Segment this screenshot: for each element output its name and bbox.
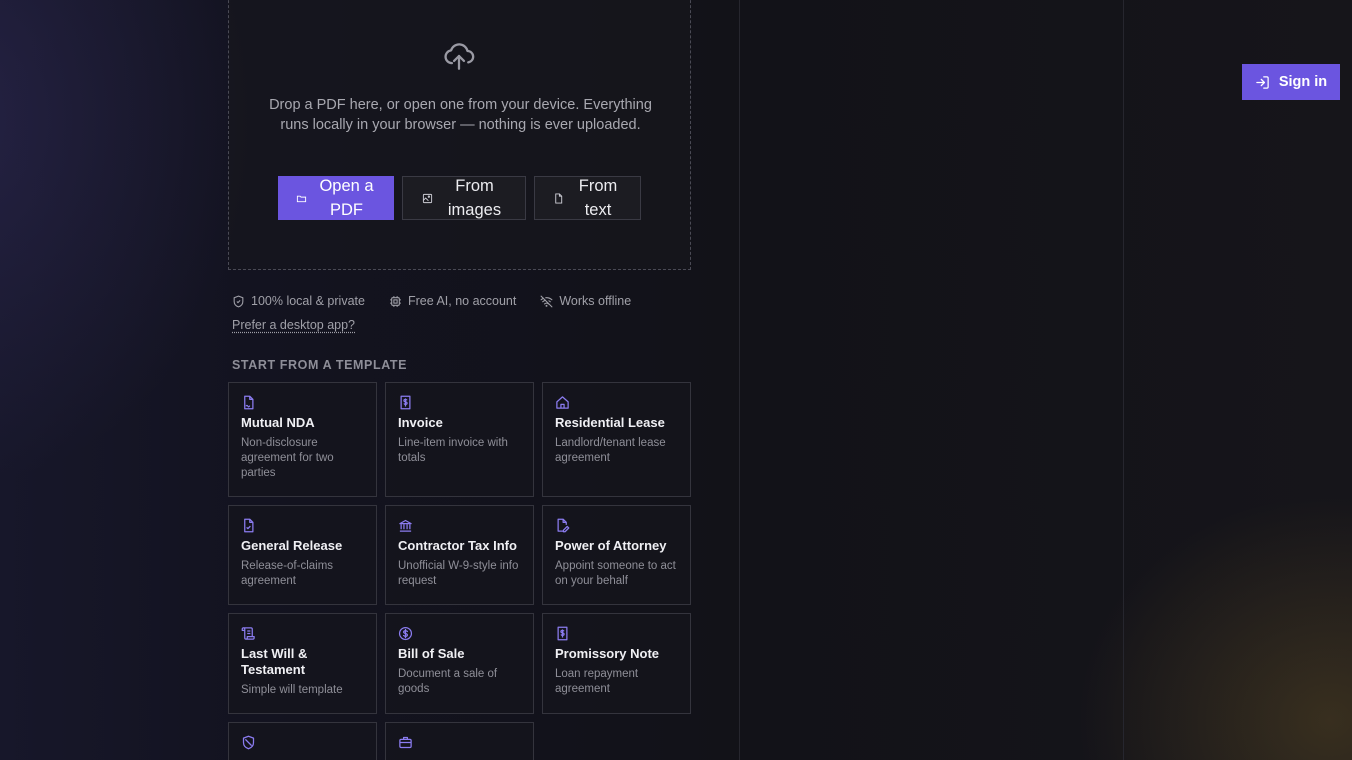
template-description: Appoint someone to act on your behalf	[555, 560, 676, 587]
file-pen-icon	[557, 518, 570, 533]
template-title: General Release	[241, 538, 343, 553]
shield-check-icon	[233, 295, 244, 307]
feature-local-private: 100% local & private	[232, 294, 365, 308]
file-text-icon	[555, 192, 563, 204]
receipt-dollar-icon	[400, 395, 411, 410]
template-card-mutual-nda[interactable]: Mutual NDA Non-disclosure agreement for …	[228, 382, 377, 497]
template-title: Contractor Tax Info	[398, 538, 517, 553]
template-description: Document a sale of goods	[398, 668, 498, 695]
feature-offline: Works offline	[540, 294, 631, 308]
pdf-dropzone[interactable]: Drop a PDF here, or open one from your d…	[228, 0, 691, 270]
house-icon	[556, 396, 569, 409]
template-card-invoice[interactable]: Invoice Line-item invoice with totals	[385, 382, 534, 497]
file-check-icon	[244, 518, 254, 533]
bank-icon	[399, 519, 412, 532]
template-title: Invoice	[398, 415, 443, 430]
dollar-circle-icon	[398, 626, 413, 641]
feature-label: Works offline	[559, 294, 632, 308]
column-divider	[1123, 0, 1124, 760]
sign-in-label: Sign in	[1278, 74, 1328, 90]
template-description: Simple will template	[241, 684, 343, 696]
briefcase-icon	[399, 736, 412, 749]
folder-open-icon	[296, 195, 306, 202]
template-description: Line-item invoice with totals	[398, 437, 508, 464]
open-pdf-button[interactable]: Open a PDF	[278, 176, 394, 220]
from-images-button[interactable]: From images	[402, 176, 526, 220]
log-in-icon	[1256, 75, 1269, 89]
cloud-upload-icon	[444, 43, 475, 70]
template-description: Release-of-claims agreement	[241, 560, 334, 587]
template-description: Landlord/tenant lease agreement	[555, 437, 666, 464]
template-title: Power of Attorney	[555, 538, 667, 553]
dropzone-instructions: Drop a PDF here, or open one from your d…	[269, 97, 652, 133]
feature-free-ai: Free AI, no account	[389, 294, 516, 308]
desktop-app-link[interactable]: Prefer a desktop app?	[232, 318, 355, 332]
feature-label: Free AI, no account	[407, 294, 517, 308]
template-card-last-will[interactable]: Last Will & Testament Simple will templa…	[228, 613, 377, 714]
file-signature-icon	[244, 395, 254, 410]
template-card-bill-of-sale[interactable]: Bill of Sale Document a sale of goods	[385, 613, 534, 714]
from-images-label: From images	[447, 177, 502, 219]
template-description: Unofficial W-9-style info request	[398, 560, 519, 587]
wifi-off-icon	[540, 295, 553, 307]
from-text-label: From text	[578, 177, 618, 219]
template-description: Loan repayment agreement	[555, 668, 639, 695]
template-card-promissory-note[interactable]: Promissory Note Loan repayment agreement	[542, 613, 691, 714]
shield-icon	[242, 735, 255, 750]
template-description: Non-disclosure agreement for two parties	[241, 437, 334, 479]
scroll-icon	[241, 627, 255, 640]
template-title: Residential Lease	[555, 415, 665, 430]
column-divider	[739, 0, 740, 760]
template-title: Promissory Note	[555, 646, 660, 661]
template-title: Bill of Sale	[398, 646, 465, 661]
template-card-power-of-attorney[interactable]: Power of Attorney Appoint someone to act…	[542, 505, 691, 605]
sign-in-button[interactable]: Sign in	[1242, 64, 1340, 100]
chip-icon	[390, 295, 401, 307]
template-card[interactable]	[385, 722, 534, 760]
image-plus-icon	[422, 193, 432, 203]
feature-list: 100% local & private Free AI, no account…	[232, 294, 631, 308]
template-title: Last Will & Testament	[241, 646, 308, 677]
template-card-general-release[interactable]: General Release Release-of-claims agreem…	[228, 505, 377, 605]
template-card-contractor-tax-info[interactable]: Contractor Tax Info Unofficial W-9-style…	[385, 505, 534, 605]
upload-actions: Open a PDF From images From text	[278, 176, 641, 220]
template-card-residential-lease[interactable]: Residential Lease Landlord/tenant lease …	[542, 382, 691, 497]
feature-label: 100% local & private	[251, 294, 365, 308]
from-text-button[interactable]: From text	[534, 176, 641, 220]
template-title: Mutual NDA	[241, 415, 315, 430]
template-card[interactable]	[228, 722, 377, 760]
templates-heading: START FROM A TEMPLATE	[232, 358, 408, 372]
receipt-dollar-icon	[557, 626, 568, 641]
open-pdf-label: Open a PDF	[319, 177, 374, 219]
